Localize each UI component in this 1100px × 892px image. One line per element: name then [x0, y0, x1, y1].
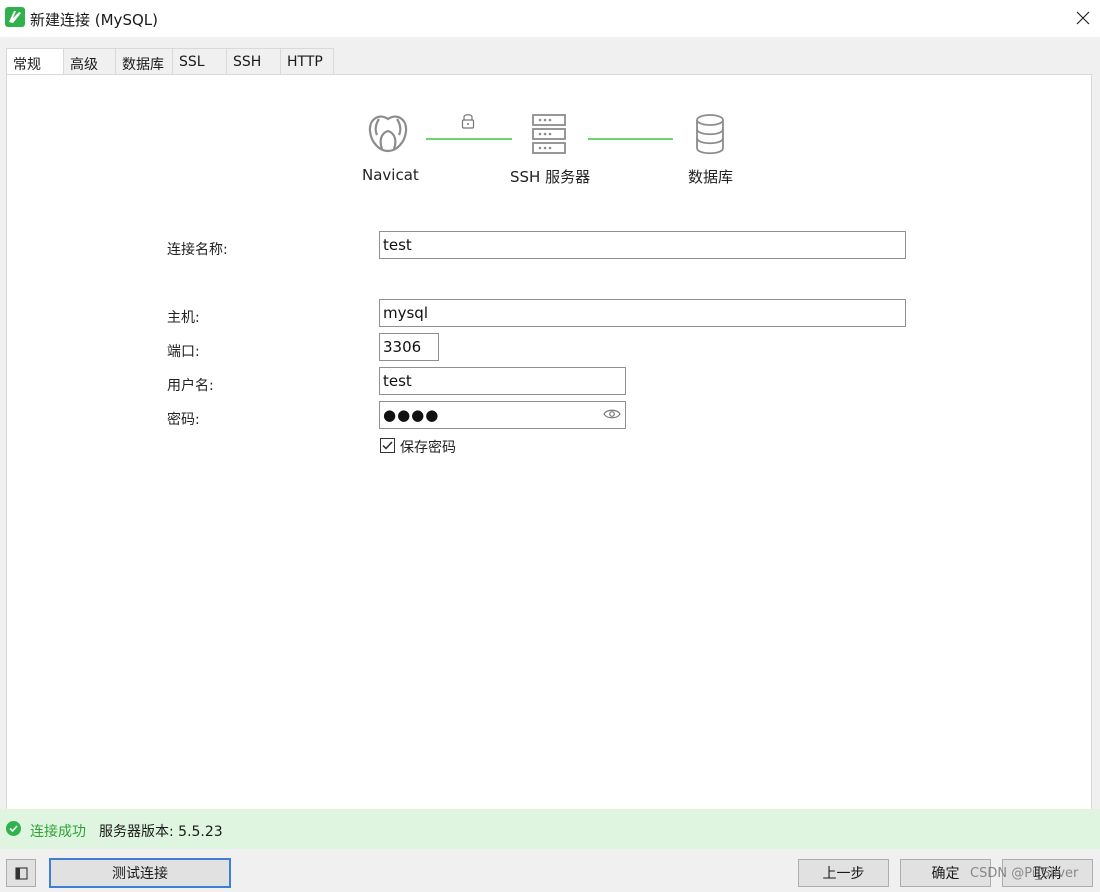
connection-success-text: 连接成功	[30, 824, 86, 840]
ssh-server-label: SSH 服务器	[510, 168, 591, 186]
tab-bar: 常规 高级 数据库 SSL SSH HTTP	[6, 48, 334, 76]
connection-name-input[interactable]: test	[379, 231, 906, 259]
lock-icon	[461, 114, 475, 129]
password-value: ●●●●	[383, 406, 440, 424]
username-input[interactable]: test	[379, 367, 626, 395]
previous-button[interactable]: 上一步	[798, 859, 889, 887]
status-bar: 连接成功 服务器版本: 5.5.23	[0, 809, 1100, 849]
tab-http[interactable]: HTTP	[281, 48, 334, 75]
password-label: 密码:	[167, 412, 200, 428]
password-input[interactable]: ●●●●	[379, 401, 626, 429]
close-icon	[1076, 11, 1090, 25]
connection-line-left	[426, 138, 512, 140]
test-connection-button[interactable]: 测试连接	[49, 858, 231, 888]
general-panel: Navicat SSH 服务器 数据库 连接名称: test 主机: mysql…	[6, 74, 1092, 810]
save-password-label[interactable]: 保存密码	[400, 437, 456, 457]
tab-ssl[interactable]: SSL	[173, 48, 227, 75]
username-label: 用户名:	[167, 378, 214, 394]
connection-name-label: 连接名称:	[167, 242, 228, 258]
tab-general[interactable]: 常规	[6, 48, 64, 76]
success-check-icon	[6, 821, 21, 836]
host-input[interactable]: mysql	[379, 299, 906, 327]
tab-ssh[interactable]: SSH	[227, 48, 281, 75]
window-title: 新建连接 (MySQL)	[30, 11, 158, 29]
port-input[interactable]: 3306	[379, 333, 439, 361]
title-bar: 新建连接 (MySQL)	[0, 0, 1100, 37]
connection-line-right	[588, 138, 673, 140]
navicat-icon	[5, 7, 25, 27]
panel-toggle-icon	[15, 867, 28, 880]
server-version-text: 服务器版本: 5.5.23	[99, 824, 223, 840]
ssh-server-icon	[532, 114, 566, 154]
database-icon	[696, 114, 724, 155]
watermark: CSDN @Pi_Silver	[970, 866, 1079, 881]
tab-database[interactable]: 数据库	[116, 48, 173, 75]
database-label: 数据库	[688, 168, 734, 186]
navicat-label: Navicat	[362, 166, 419, 184]
port-label: 端口:	[167, 344, 200, 360]
host-label: 主机:	[167, 310, 200, 326]
navicat-client-icon	[368, 115, 408, 153]
checkmark-icon	[382, 441, 393, 450]
show-password-icon[interactable]	[603, 408, 621, 420]
close-button[interactable]	[1068, 3, 1098, 33]
save-password-checkbox[interactable]	[380, 438, 395, 453]
sidebar-toggle-button[interactable]	[6, 859, 36, 887]
tab-advanced[interactable]: 高级	[64, 48, 116, 75]
